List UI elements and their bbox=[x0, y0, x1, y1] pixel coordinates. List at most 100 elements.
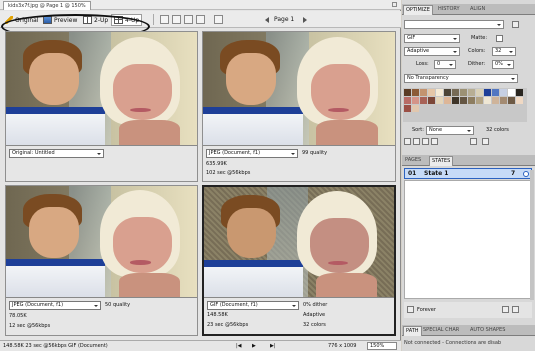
preview-icon bbox=[43, 16, 52, 24]
tab-auto-shapes[interactable]: AUTO SHAPES bbox=[468, 326, 507, 336]
zoom-select[interactable]: 150% bbox=[367, 342, 397, 350]
color-swatch[interactable] bbox=[412, 97, 419, 104]
color-swatch[interactable] bbox=[492, 89, 499, 96]
transparent-color-icon[interactable] bbox=[413, 138, 420, 145]
matte-label: Matte: bbox=[471, 35, 488, 41]
loop-value[interactable]: Forever bbox=[417, 307, 436, 314]
tab-original[interactable]: Original bbox=[3, 14, 40, 26]
first-frame-icon[interactable]: |◀ bbox=[236, 341, 242, 351]
color-swatch[interactable] bbox=[468, 97, 475, 104]
tab-2up-label: 2-Up bbox=[94, 16, 109, 24]
preview-browser-icon[interactable] bbox=[214, 15, 223, 24]
color-swatch[interactable] bbox=[508, 89, 515, 96]
color-swatch[interactable] bbox=[476, 97, 483, 104]
web-snap-icon[interactable] bbox=[422, 138, 429, 145]
tab-pages[interactable]: PAGES bbox=[403, 156, 423, 166]
file-size-text: 78.05K bbox=[9, 313, 27, 319]
new-state-icon[interactable] bbox=[502, 306, 509, 313]
previous-page-icon[interactable] bbox=[265, 17, 269, 23]
color-swatch[interactable] bbox=[444, 89, 451, 96]
panel-options-icon[interactable] bbox=[512, 21, 519, 28]
format-select[interactable]: JPEG (Document, f1) bbox=[9, 301, 101, 310]
tab-2up[interactable]: 2-Up bbox=[81, 14, 110, 26]
color-swatch[interactable] bbox=[444, 97, 451, 104]
delete-color-icon[interactable] bbox=[482, 138, 489, 145]
document-titlebar: kids3x7f.jpg @ Page 1 @ 150% bbox=[0, 0, 401, 10]
format-select[interactable]: GIF (Document, f1) bbox=[207, 301, 299, 310]
lock-color-icon[interactable] bbox=[431, 138, 438, 145]
preview-pane-jpeg-50[interactable]: JPEG (Document, f1) 50 quality 78.05K 12… bbox=[5, 185, 198, 336]
color-swatch[interactable] bbox=[428, 97, 435, 104]
tab-preview[interactable]: Preview bbox=[41, 14, 79, 26]
color-swatch[interactable] bbox=[452, 89, 459, 96]
color-swatch[interactable] bbox=[460, 97, 467, 104]
next-frame-icon[interactable]: ▶| bbox=[270, 341, 276, 351]
loss-label: Loss: bbox=[416, 61, 429, 67]
tab-optimize[interactable]: OPTIMIZE bbox=[403, 5, 433, 15]
dither-input[interactable]: 0% bbox=[492, 60, 514, 69]
states-list bbox=[404, 180, 532, 299]
tab-history[interactable]: HISTORY bbox=[436, 5, 462, 15]
saved-settings-select[interactable] bbox=[404, 20, 504, 29]
color-swatch[interactable] bbox=[420, 89, 427, 96]
state-visibility-icon[interactable] bbox=[523, 171, 529, 177]
color-swatch[interactable] bbox=[420, 97, 427, 104]
transparency-select[interactable]: No Transparency bbox=[404, 74, 518, 83]
preview-pane-original[interactable]: Original: Untitled bbox=[5, 31, 198, 182]
tab-4up[interactable]: 4-Up bbox=[111, 14, 143, 26]
restore-icon[interactable] bbox=[392, 2, 397, 7]
color-swatch[interactable] bbox=[516, 97, 523, 104]
document-tab[interactable]: kids3x7f.jpg @ Page 1 @ 150% bbox=[3, 1, 91, 10]
color-swatch[interactable] bbox=[484, 89, 491, 96]
state-row[interactable]: 01 State 1 7 bbox=[404, 168, 532, 179]
color-swatch[interactable] bbox=[476, 89, 483, 96]
export-format-select[interactable]: GIF bbox=[404, 34, 460, 43]
sort-select[interactable]: None bbox=[426, 126, 474, 135]
color-count: 32 colors bbox=[486, 127, 509, 133]
format-select[interactable]: Original: Untitled bbox=[9, 149, 104, 158]
tab-path[interactable]: PATH bbox=[403, 326, 422, 336]
color-swatch[interactable] bbox=[492, 97, 499, 104]
preview-pane-jpeg-99[interactable]: JPEG (Document, f1) 99 quality 635.99K 1… bbox=[202, 31, 396, 182]
color-swatch[interactable] bbox=[404, 105, 411, 112]
color-swatch[interactable] bbox=[500, 97, 507, 104]
tab-states[interactable]: STATES bbox=[429, 156, 454, 166]
color-swatch[interactable] bbox=[468, 89, 475, 96]
color-swatch[interactable] bbox=[412, 89, 419, 96]
tab-special-char[interactable]: SPECIAL CHAR bbox=[421, 326, 461, 336]
format-select[interactable]: JPEG (Document, f1) bbox=[206, 149, 298, 158]
color-swatch[interactable] bbox=[508, 97, 515, 104]
color-swatch[interactable] bbox=[404, 97, 411, 104]
color-swatch[interactable] bbox=[436, 97, 443, 104]
color-swatch[interactable] bbox=[452, 97, 459, 104]
preview-pane-gif[interactable]: GIF (Document, f1) 0% dither 148.58K Ada… bbox=[202, 185, 396, 336]
next-page-icon[interactable] bbox=[303, 17, 307, 23]
delete-state-icon[interactable] bbox=[512, 306, 519, 313]
panels-dock: OPTIMIZE HISTORY ALIGN GIF Matte: Adapti… bbox=[402, 0, 535, 351]
color-swatch[interactable] bbox=[516, 89, 523, 96]
color-swatch[interactable] bbox=[436, 89, 443, 96]
colors-select[interactable]: 32 bbox=[492, 47, 516, 56]
color-swatch[interactable] bbox=[484, 97, 491, 104]
loop-icon[interactable] bbox=[407, 306, 414, 313]
color-swatch[interactable] bbox=[404, 89, 411, 96]
palette-select[interactable]: Adaptive bbox=[404, 47, 460, 56]
hand-tool-icon[interactable] bbox=[172, 15, 181, 24]
zoom-tool-icon[interactable] bbox=[184, 15, 193, 24]
add-color-icon[interactable] bbox=[470, 138, 477, 145]
states-scrollbar[interactable] bbox=[530, 170, 534, 300]
eyedropper-tool-icon[interactable] bbox=[196, 15, 205, 24]
pointer-tool-icon[interactable] bbox=[160, 15, 169, 24]
edit-color-icon[interactable] bbox=[404, 138, 411, 145]
tab-align[interactable]: ALIGN bbox=[468, 5, 487, 15]
play-icon[interactable]: ▶ bbox=[252, 341, 256, 351]
status-info: 148.58K 23 sec @56kbps GIF (Document) bbox=[3, 343, 108, 349]
color-swatch[interactable] bbox=[428, 89, 435, 96]
color-swatch[interactable] bbox=[500, 89, 507, 96]
color-swatch[interactable] bbox=[412, 105, 419, 112]
matte-color-swatch[interactable] bbox=[496, 35, 503, 42]
loss-input[interactable]: 0 bbox=[434, 60, 456, 69]
color-table[interactable] bbox=[403, 88, 527, 122]
status-bar: 148.58K 23 sec @56kbps GIF (Document) |◀… bbox=[0, 340, 401, 351]
color-swatch[interactable] bbox=[460, 89, 467, 96]
